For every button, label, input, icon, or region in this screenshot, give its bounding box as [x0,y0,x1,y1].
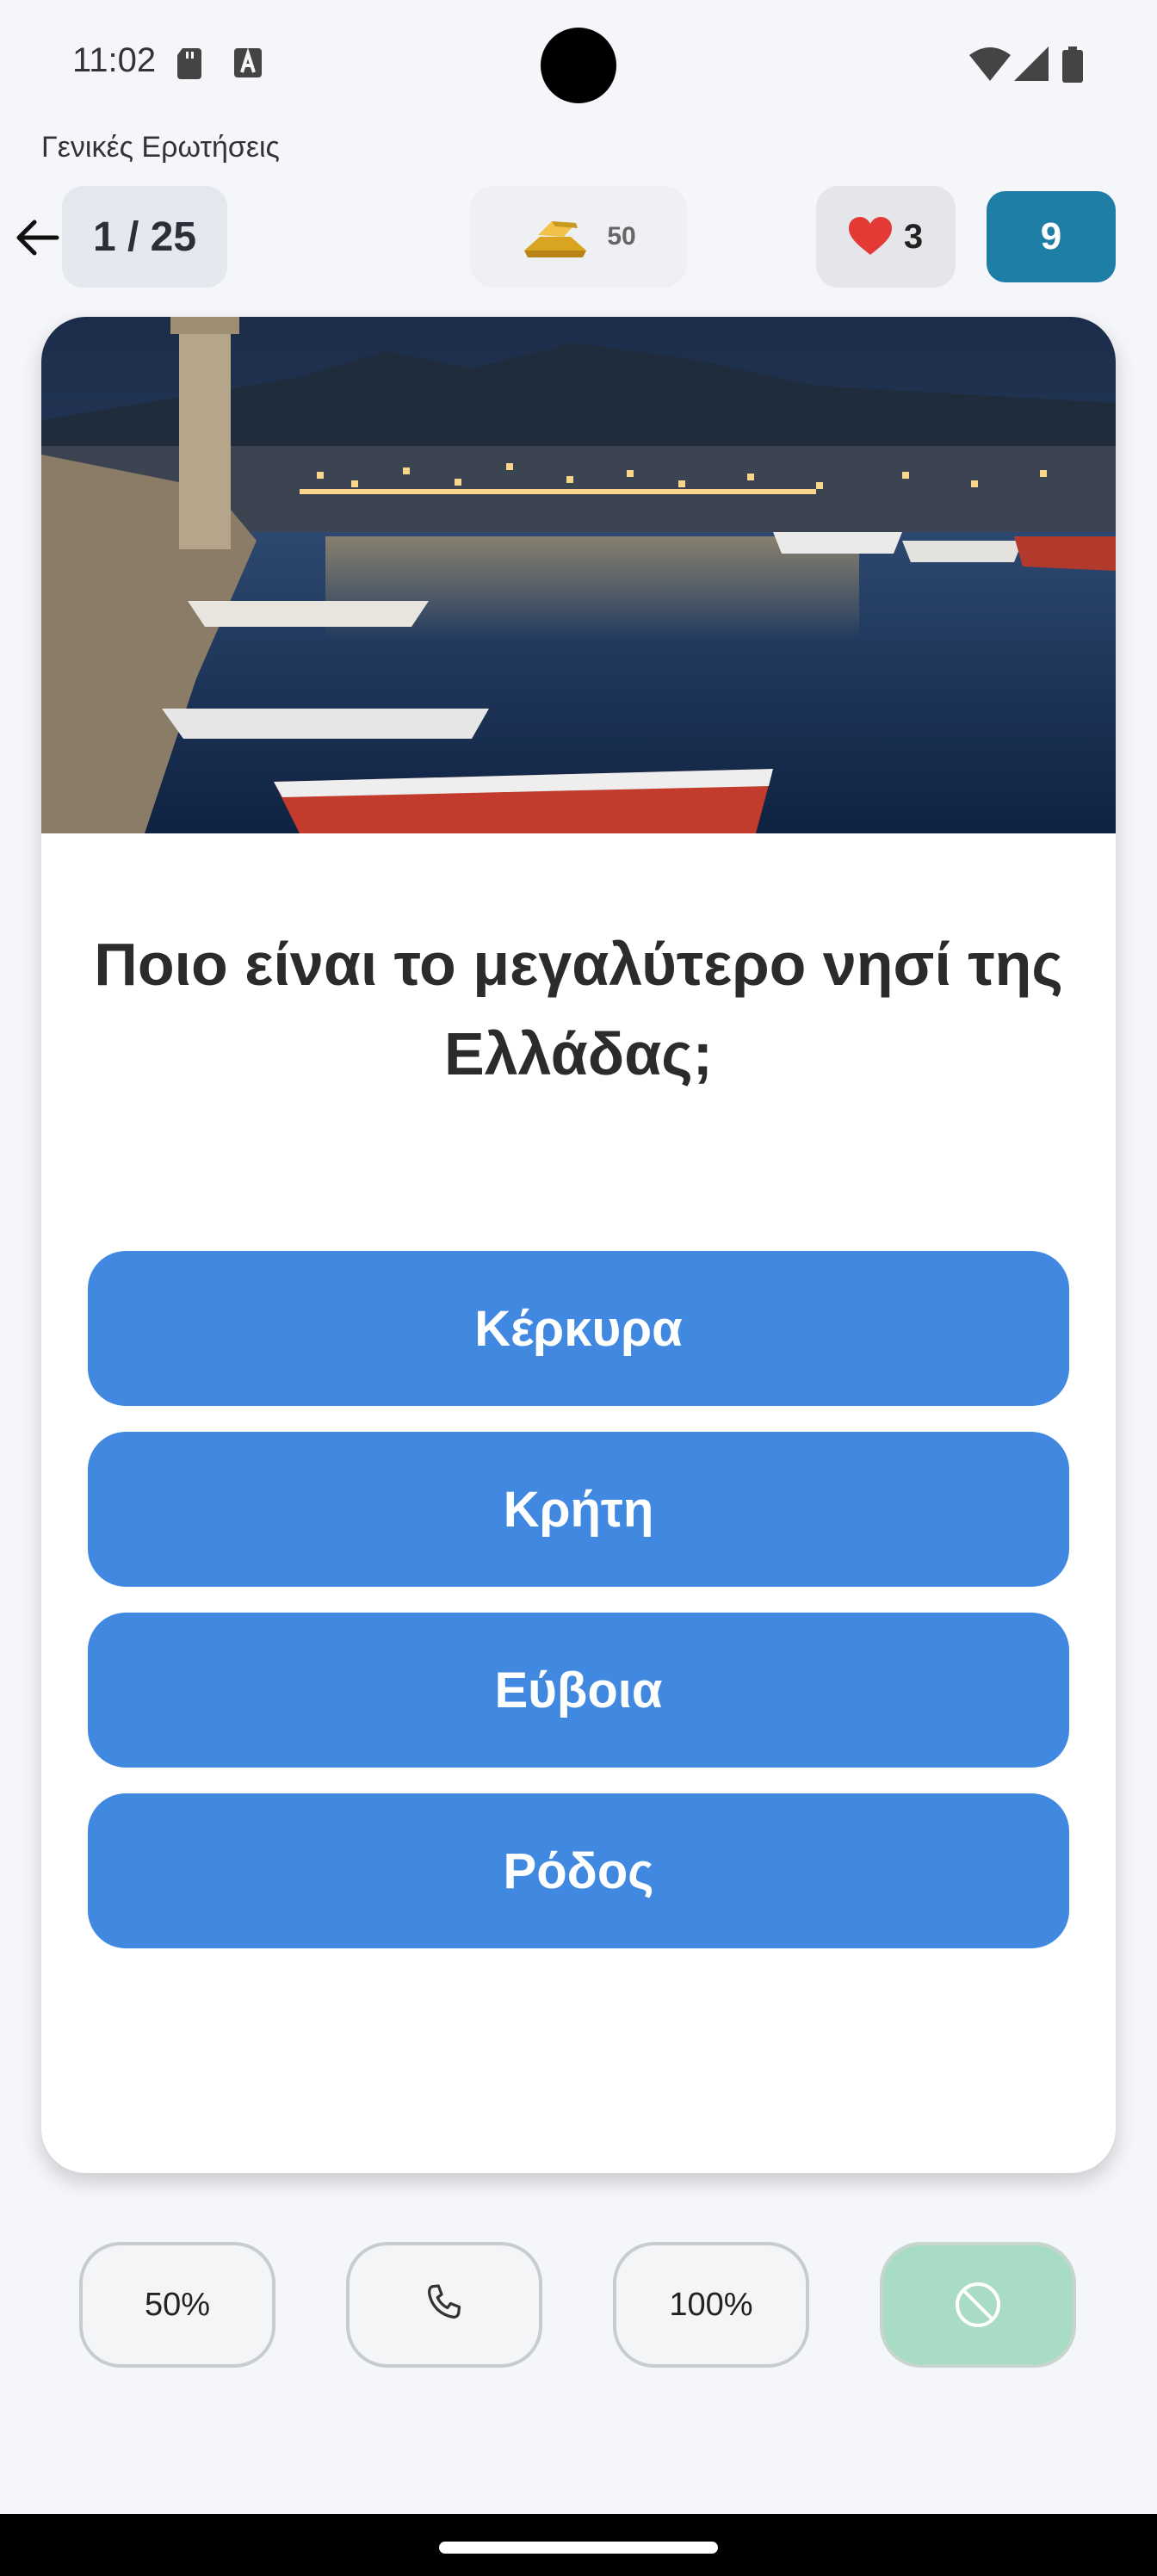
status-bar: 11:02 [0,0,1157,129]
answer-button-4[interactable]: Ρόδος [88,1793,1069,1948]
heart-icon [848,217,892,255]
back-arrow-icon[interactable] [12,214,60,262]
phone-icon [428,2284,461,2319]
status-time: 11:02 [72,41,157,79]
answer-button-3[interactable]: Εύβοια [88,1613,1069,1768]
question-progress: 1 / 25 [62,186,227,288]
skip-question-button[interactable] [880,2242,1076,2368]
phone-a-friend-button[interactable] [346,2242,542,2368]
lives-count: 3 [903,217,924,256]
a-keyboard-icon [234,48,262,77]
gold-counter[interactable]: 50 [470,186,687,288]
gold-bars-icon [524,221,587,257]
camera-cutout [541,28,616,103]
sd-card-icon [177,48,201,79]
category-title: Γενικές Ερωτήσεις [41,131,280,164]
answer-button-2[interactable]: Κρήτη [88,1432,1069,1587]
lives-counter: 3 [816,186,956,288]
fifty-fifty-button[interactable]: 50% [79,2242,275,2368]
question-card: Ποιο είναι το μεγαλύτερο νησί της Ελλάδα… [41,317,1116,2173]
wifi-icon [969,47,1011,81]
question-text: Ποιο είναι το μεγαλύτερο νησί της Ελλάδα… [94,931,1063,1087]
battery-icon [1062,46,1083,83]
question-image [41,317,1116,833]
gold-amount: 50 [607,222,636,251]
block-icon [956,2282,1000,2327]
hundred-percent-button[interactable]: 100% [613,2242,809,2368]
score-badge: 9 [987,191,1116,282]
signal-icon [1014,46,1049,81]
home-indicator[interactable] [439,2542,718,2554]
answer-button-1[interactable]: Κέρκυρα [88,1251,1069,1406]
